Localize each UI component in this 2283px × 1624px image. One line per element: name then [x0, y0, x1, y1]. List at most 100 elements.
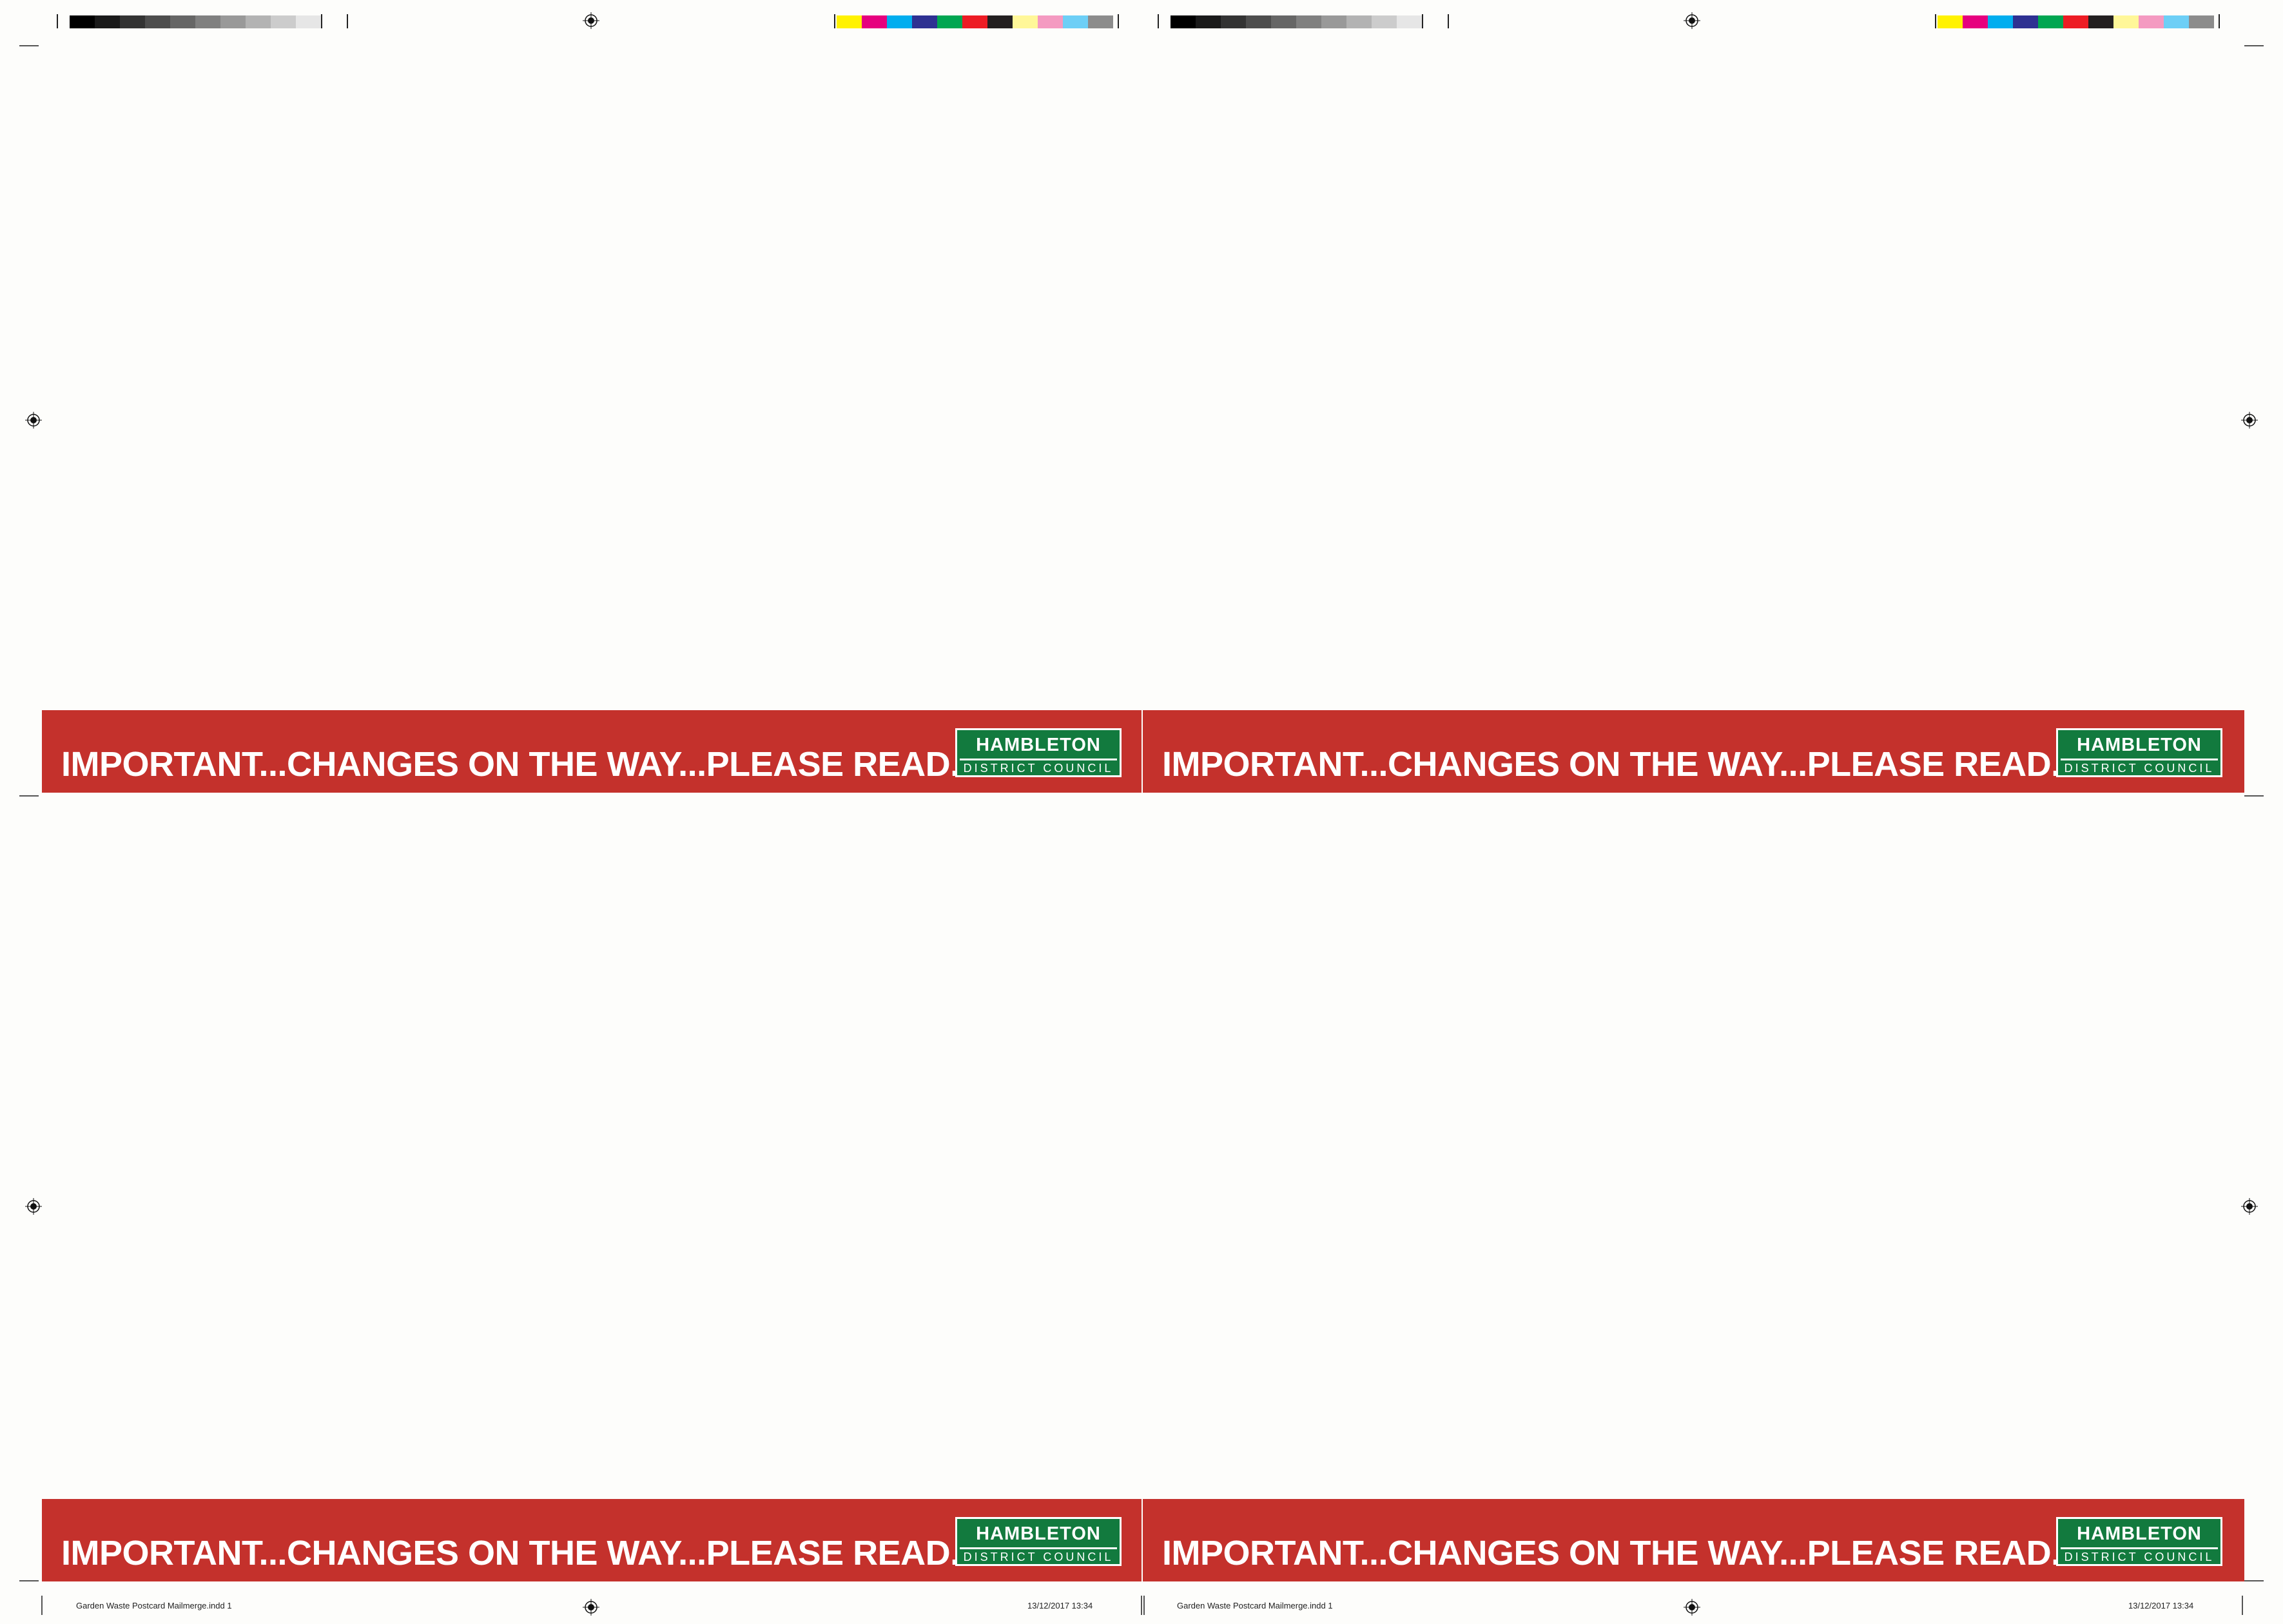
color-swatch	[1321, 15, 1346, 28]
registration-mark-icon	[25, 412, 42, 429]
registration-mark-icon	[2241, 412, 2258, 429]
color-swatch	[1372, 15, 1397, 28]
color-swatch	[2038, 15, 2063, 28]
slug-date: 13/12/2017 13:34	[1027, 1601, 1093, 1610]
slug-filename: Garden Waste Postcard Mailmerge.indd 1	[1177, 1601, 1333, 1610]
hambleton-logo: HAMBLETON DISTRICT COUNCIL	[955, 728, 1122, 777]
color-swatch	[862, 15, 887, 28]
tick-mark	[1118, 14, 1119, 28]
registration-mark-icon	[1684, 1599, 1700, 1616]
color-swatch	[1938, 15, 1963, 28]
registration-mark-icon	[2241, 1198, 2258, 1215]
crop-mark	[2244, 45, 2264, 46]
tick-mark	[1158, 14, 1159, 28]
color-swatch	[987, 15, 1013, 28]
color-swatch	[1271, 15, 1296, 28]
crop-mark	[1143, 1596, 1145, 1615]
hambleton-logo: HAMBLETON DISTRICT COUNCIL	[2056, 728, 2222, 777]
card-divider	[1142, 0, 1143, 1624]
color-swatch	[1988, 15, 2013, 28]
logo-name: HAMBLETON	[976, 1523, 1101, 1544]
logo-subtitle: DISTRICT COUNCIL	[963, 1551, 1114, 1563]
tick-mark	[1422, 14, 1423, 28]
postcard: IMPORTANT...CHANGES ON THE WAY...PLEASE …	[1143, 789, 2244, 1581]
color-swatch	[1963, 15, 1988, 28]
logo-name: HAMBLETON	[2077, 735, 2202, 755]
postcard: IMPORTANT...CHANGES ON THE WAY...PLEASE …	[42, 789, 1143, 1581]
color-swatch-strip	[837, 15, 1113, 28]
color-swatch	[2013, 15, 2038, 28]
tick-mark	[347, 14, 348, 28]
banner-headline: IMPORTANT...CHANGES ON THE WAY...PLEASE …	[1162, 1534, 2079, 1572]
color-swatch	[1013, 15, 1038, 28]
color-swatch	[1196, 15, 1221, 28]
logo-name: HAMBLETON	[976, 735, 1101, 755]
color-swatch	[2063, 15, 2088, 28]
color-swatch	[837, 15, 862, 28]
red-banner: IMPORTANT...CHANGES ON THE WAY...PLEASE …	[1143, 1499, 2244, 1581]
color-swatch-strip	[1938, 15, 2214, 28]
crop-mark	[41, 1596, 43, 1615]
color-swatch	[2164, 15, 2189, 28]
color-swatch	[912, 15, 937, 28]
tick-mark	[57, 14, 58, 28]
tick-mark	[2219, 14, 2220, 28]
registration-mark-icon	[583, 1599, 599, 1616]
color-swatch	[1063, 15, 1088, 28]
color-swatch	[2189, 15, 2214, 28]
registration-mark-icon	[1684, 12, 1700, 29]
color-swatch	[170, 15, 195, 28]
hambleton-logo: HAMBLETON DISTRICT COUNCIL	[2056, 1517, 2222, 1566]
crop-mark	[1141, 1596, 1142, 1615]
logo-subtitle: DISTRICT COUNCIL	[963, 762, 1114, 775]
logo-subtitle: DISTRICT COUNCIL	[2064, 1551, 2215, 1563]
banner-headline: IMPORTANT...CHANGES ON THE WAY...PLEASE …	[61, 1534, 978, 1572]
color-swatch	[2088, 15, 2113, 28]
slug-filename: Garden Waste Postcard Mailmerge.indd 1	[76, 1601, 232, 1610]
color-swatch	[2113, 15, 2139, 28]
registration-mark-icon	[583, 12, 599, 29]
color-swatch	[1346, 15, 1372, 28]
registration-mark-icon	[25, 1198, 42, 1215]
color-swatch	[1246, 15, 1271, 28]
banner-headline: IMPORTANT...CHANGES ON THE WAY...PLEASE …	[61, 745, 978, 784]
crop-mark	[19, 795, 39, 797]
banner-headline: IMPORTANT...CHANGES ON THE WAY...PLEASE …	[1162, 745, 2079, 784]
color-swatch	[887, 15, 912, 28]
color-swatch	[70, 15, 95, 28]
hambleton-logo: HAMBLETON DISTRICT COUNCIL	[955, 1517, 1122, 1566]
color-swatch	[95, 15, 120, 28]
color-swatch	[220, 15, 246, 28]
crop-mark	[2244, 795, 2264, 797]
color-swatch	[145, 15, 170, 28]
red-banner: IMPORTANT...CHANGES ON THE WAY...PLEASE …	[1143, 710, 2244, 793]
logo-subtitle: DISTRICT COUNCIL	[2064, 762, 2215, 775]
red-banner: IMPORTANT...CHANGES ON THE WAY...PLEASE …	[42, 710, 1143, 793]
color-swatch	[2139, 15, 2164, 28]
color-swatch	[962, 15, 987, 28]
color-swatch	[195, 15, 220, 28]
grey-swatch-strip	[70, 15, 321, 28]
color-swatch	[1397, 15, 1422, 28]
color-swatch	[271, 15, 296, 28]
color-swatch	[1221, 15, 1246, 28]
tick-mark	[1448, 14, 1449, 28]
grey-swatch-strip	[1171, 15, 1422, 28]
crop-mark	[2244, 1580, 2264, 1581]
color-swatch	[1088, 15, 1113, 28]
color-swatch	[120, 15, 145, 28]
color-swatch	[246, 15, 271, 28]
crop-mark	[19, 1580, 39, 1581]
crop-mark	[19, 45, 39, 46]
color-swatch	[1038, 15, 1063, 28]
crop-mark	[2242, 1596, 2243, 1615]
logo-name: HAMBLETON	[2077, 1523, 2202, 1544]
color-swatch	[1171, 15, 1196, 28]
tick-mark	[1935, 14, 1936, 28]
tick-mark	[321, 14, 322, 28]
postcard: IMPORTANT...CHANGES ON THE WAY...PLEASE …	[1143, 0, 2244, 793]
color-swatch	[1296, 15, 1321, 28]
color-swatch	[937, 15, 962, 28]
red-banner: IMPORTANT...CHANGES ON THE WAY...PLEASE …	[42, 1499, 1143, 1581]
color-swatch	[296, 15, 321, 28]
